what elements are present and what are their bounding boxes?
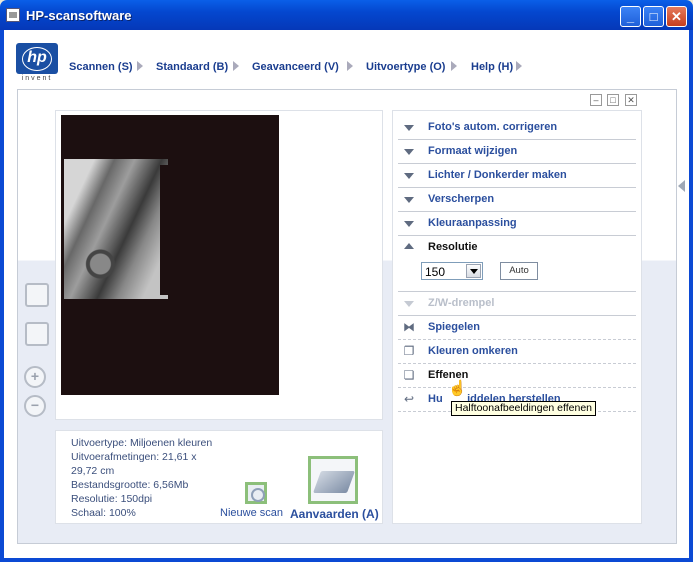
tool-label: Kleuraanpassing	[428, 217, 517, 229]
menu-arrow-icon	[137, 61, 143, 71]
tool-auto-correct[interactable]: Foto's autom. corrigeren	[398, 116, 636, 140]
panel-minimize-icon[interactable]: –	[590, 94, 602, 106]
hp-logo: hp	[16, 43, 58, 74]
photo-edge	[160, 165, 168, 295]
info-scale: Schaal: 100%	[71, 507, 136, 519]
smooth-icon: ❏	[403, 368, 415, 382]
tool-label: Lichter / Donkerder maken	[428, 169, 567, 181]
expand-triangle-icon	[404, 125, 414, 131]
tooltip: Halftoonafbeeldingen effenen	[451, 401, 597, 416]
menu-scannen[interactable]: Scannen (S)	[69, 61, 133, 73]
info-output-size: Uitvoerafmetingen: 21,61 x	[71, 451, 197, 463]
scanned-photo[interactable]	[64, 159, 168, 299]
minimize-button[interactable]: _	[620, 6, 641, 27]
tool-label: Spiegelen	[428, 321, 480, 333]
info-resolution: Resolutie: 150dpi	[71, 493, 153, 505]
panel-restore-icon[interactable]: □	[607, 94, 619, 106]
panel-close-icon[interactable]: ✕	[625, 94, 637, 106]
tool-label: Verscherpen	[428, 193, 495, 205]
invert-colors-icon: ❐	[403, 344, 415, 358]
menu-geavanceerd[interactable]: Geavanceerd (V)	[252, 61, 339, 73]
app-icon[interactable]	[6, 8, 20, 22]
tool-invert-colors[interactable]: ❐ Kleuren omkeren	[398, 340, 636, 364]
collapse-triangle-icon	[404, 243, 414, 249]
tool-label: Kleuren omkeren	[428, 345, 518, 357]
menu-arrow-icon	[451, 61, 457, 71]
menu-arrow-icon	[233, 61, 239, 71]
info-output-size-cont: 29,72 cm	[71, 465, 115, 477]
menu-standaard[interactable]: Standaard (B)	[156, 61, 228, 73]
menu-arrow-icon	[516, 61, 522, 71]
window-title: HP-scansoftware	[26, 8, 132, 23]
menu-arrow-icon	[347, 61, 353, 71]
tool-resize[interactable]: Formaat wijzigen	[398, 140, 636, 164]
new-scan-button[interactable]: Nieuwe scan	[220, 507, 283, 519]
menu-uitvoertype[interactable]: Uitvoertype (O)	[366, 61, 445, 73]
expand-triangle-icon	[404, 197, 414, 203]
panel-controls: – □ ✕	[590, 94, 640, 107]
menu-help[interactable]: Help (H)	[471, 61, 513, 73]
accept-button[interactable]: Aanvaarden (A)	[290, 507, 379, 521]
rotate-left-icon[interactable]	[25, 283, 49, 307]
resolution-select[interactable]: 150	[421, 262, 483, 280]
expand-triangle-icon	[404, 149, 414, 155]
scanner-icon[interactable]	[308, 456, 358, 504]
tool-lighter-darker[interactable]: Lichter / Donkerder maken	[398, 164, 636, 188]
mirror-icon: ⧓	[403, 320, 415, 334]
tool-label: Foto's autom. corrigeren	[428, 121, 558, 133]
maximize-button[interactable]: □	[643, 6, 664, 27]
tool-bw-threshold: Z/W-drempel	[398, 292, 636, 316]
tool-label: Formaat wijzigen	[428, 145, 518, 157]
resolution-value: 150	[425, 265, 446, 279]
tool-smooth[interactable]: ❏ Effenen	[398, 364, 636, 388]
zoom-out-icon[interactable]: −	[24, 395, 46, 417]
chevron-down-icon[interactable]	[466, 264, 481, 278]
expand-triangle-icon	[404, 301, 414, 307]
tool-label: Resolutie	[428, 241, 478, 253]
tool-sharpen[interactable]: Verscherpen	[398, 188, 636, 212]
zoom-in-icon[interactable]: +	[24, 366, 46, 388]
logo-tagline: invent	[21, 75, 53, 82]
scanner-eye-icon[interactable]	[245, 482, 267, 504]
info-output-type: Uitvoertype: Miljoenen kleuren	[71, 437, 213, 449]
close-button[interactable]: ✕	[666, 6, 687, 27]
info-file-size: Bestandsgrootte: 6,56Mb	[71, 479, 189, 491]
undo-icon: ↩	[403, 392, 415, 406]
collapse-arrow-icon[interactable]	[678, 180, 685, 192]
auto-button[interactable]: Auto	[500, 262, 538, 280]
rotate-right-icon[interactable]	[25, 322, 49, 346]
expand-triangle-icon	[404, 173, 414, 179]
tool-label: Z/W-drempel	[428, 297, 495, 309]
tool-color-adjust[interactable]: Kleuraanpassing	[398, 212, 636, 236]
tool-mirror[interactable]: ⧓ Spiegelen	[398, 316, 636, 340]
hand-cursor-icon: ☝	[448, 380, 467, 397]
expand-triangle-icon	[404, 221, 414, 227]
